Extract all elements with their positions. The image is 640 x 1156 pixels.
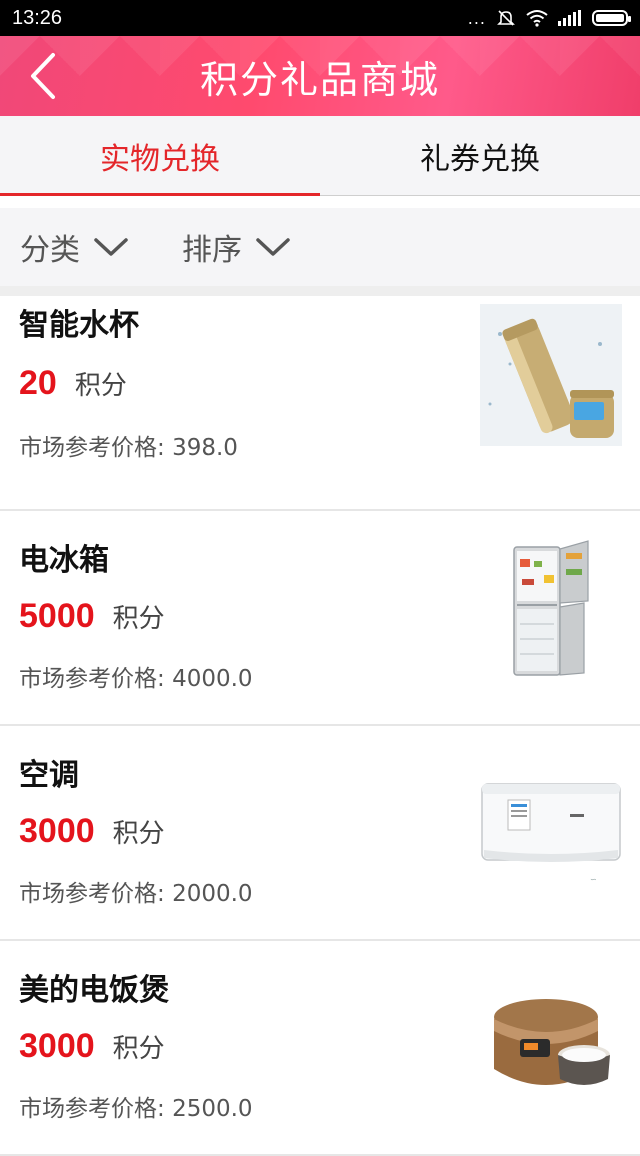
tab-bar: 实物兑换 礼券兑换 xyxy=(0,116,640,196)
chevron-down-icon xyxy=(256,238,290,256)
price-label: 市场参考价格: xyxy=(19,666,165,692)
product-name: 智能水杯 xyxy=(19,308,139,343)
product-name: 空调 xyxy=(19,758,79,793)
product-image xyxy=(480,304,622,446)
sort-filter[interactable]: 排序 xyxy=(182,225,290,269)
mute-icon xyxy=(497,10,515,26)
points-unit: 积分 xyxy=(112,819,165,849)
product-points: 5000 积分 xyxy=(19,597,165,636)
list-item[interactable]: 智能水杯 20 积分 市场参考价格: 398.0 xyxy=(0,296,640,511)
product-points: 3000 积分 xyxy=(19,1027,165,1066)
points-value: 5000 xyxy=(19,597,95,635)
product-points: 20 积分 xyxy=(19,364,127,403)
points-unit: 积分 xyxy=(74,371,127,401)
points-value: 3000 xyxy=(19,812,95,850)
market-price: 市场参考价格: 398.0 xyxy=(19,428,238,462)
product-name: 美的电饭煲 xyxy=(19,973,169,1008)
price-value: 2000.0 xyxy=(172,881,253,907)
price-value: 2500.0 xyxy=(172,1096,253,1122)
category-filter[interactable]: 分类 xyxy=(20,225,128,269)
battery-icon xyxy=(592,10,631,26)
market-price: 市场参考价格: 2500.0 xyxy=(19,1089,253,1123)
more-dots-icon: ... xyxy=(467,8,486,28)
product-image: ∽ xyxy=(480,754,622,896)
list-item[interactable]: 美的电饭煲 3000 积分 市场参考价格: 2500.0 xyxy=(0,941,640,1156)
price-value: 398.0 xyxy=(172,435,238,461)
category-filter-label: 分类 xyxy=(20,233,80,268)
divider xyxy=(0,196,640,208)
sort-filter-label: 排序 xyxy=(182,233,242,268)
list-item[interactable]: 空调 3000 积分 市场参考价格: 2000.0 ∽ xyxy=(0,726,640,941)
app-header: 积分礼品商城 xyxy=(0,36,640,116)
points-value: 20 xyxy=(19,364,57,402)
svg-text:∽: ∽ xyxy=(590,875,597,884)
status-bar: 13:26 ... xyxy=(0,0,640,36)
product-image xyxy=(480,969,622,1111)
product-points: 3000 积分 xyxy=(19,812,165,851)
market-price: 市场参考价格: 2000.0 xyxy=(19,874,253,908)
status-icons: ... xyxy=(467,8,631,28)
price-label: 市场参考价格: xyxy=(19,435,165,461)
market-price: 市场参考价格: 4000.0 xyxy=(19,659,253,693)
points-unit: 积分 xyxy=(112,604,165,634)
price-label: 市场参考价格: xyxy=(19,881,165,907)
chevron-down-icon xyxy=(94,238,128,256)
points-value: 3000 xyxy=(19,1027,95,1065)
page-title: 积分礼品商城 xyxy=(199,57,440,102)
product-name: 电冰箱 xyxy=(19,543,109,578)
price-value: 4000.0 xyxy=(172,666,253,692)
filter-bar: 分类 排序 xyxy=(0,208,640,286)
price-label: 市场参考价格: xyxy=(19,1096,165,1122)
status-time: 13:26 xyxy=(12,6,63,29)
tab-coupon-exchange[interactable]: 礼券兑换 xyxy=(320,116,640,195)
list-item[interactable]: 电冰箱 5000 积分 市场参考价格: 4000.0 xyxy=(0,511,640,726)
product-list: 智能水杯 20 积分 市场参考价格: 398.0 电冰箱 5000 积分 市场参… xyxy=(0,296,640,1156)
product-image xyxy=(480,539,622,681)
signal-icon xyxy=(558,10,581,26)
tab-physical-exchange[interactable]: 实物兑换 xyxy=(0,116,320,196)
points-unit: 积分 xyxy=(112,1034,165,1064)
divider xyxy=(0,286,640,296)
wifi-icon xyxy=(526,10,548,27)
